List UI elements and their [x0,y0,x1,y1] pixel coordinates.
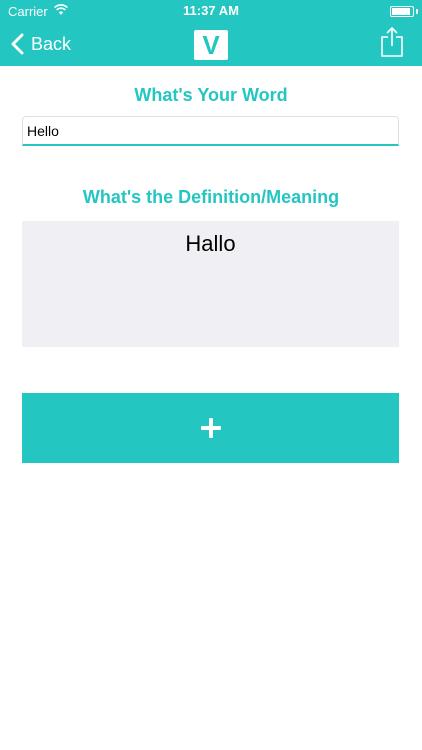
battery-tip [416,9,418,14]
nav-bar: Back V [0,22,422,66]
status-time: 11:37 AM [183,3,239,18]
word-heading: What's Your Word [134,85,288,105]
status-bar: Carrier 11:37 AM [0,0,422,22]
share-icon[interactable] [380,26,404,58]
definition-heading: What's the Definition/Meaning [82,187,340,207]
back-button[interactable]: Back [10,29,71,59]
battery-fill [392,8,410,15]
app-logo: V [194,30,228,60]
add-button[interactable] [22,393,399,463]
chevron-left-icon [11,33,24,55]
plus-icon [200,418,221,438]
battery-icon [390,6,414,17]
word-input[interactable] [22,116,399,146]
definition-textarea[interactable]: Hallo [22,221,399,347]
back-label: Back [31,33,72,54]
header: Carrier 11:37 AM Back V [0,0,422,66]
